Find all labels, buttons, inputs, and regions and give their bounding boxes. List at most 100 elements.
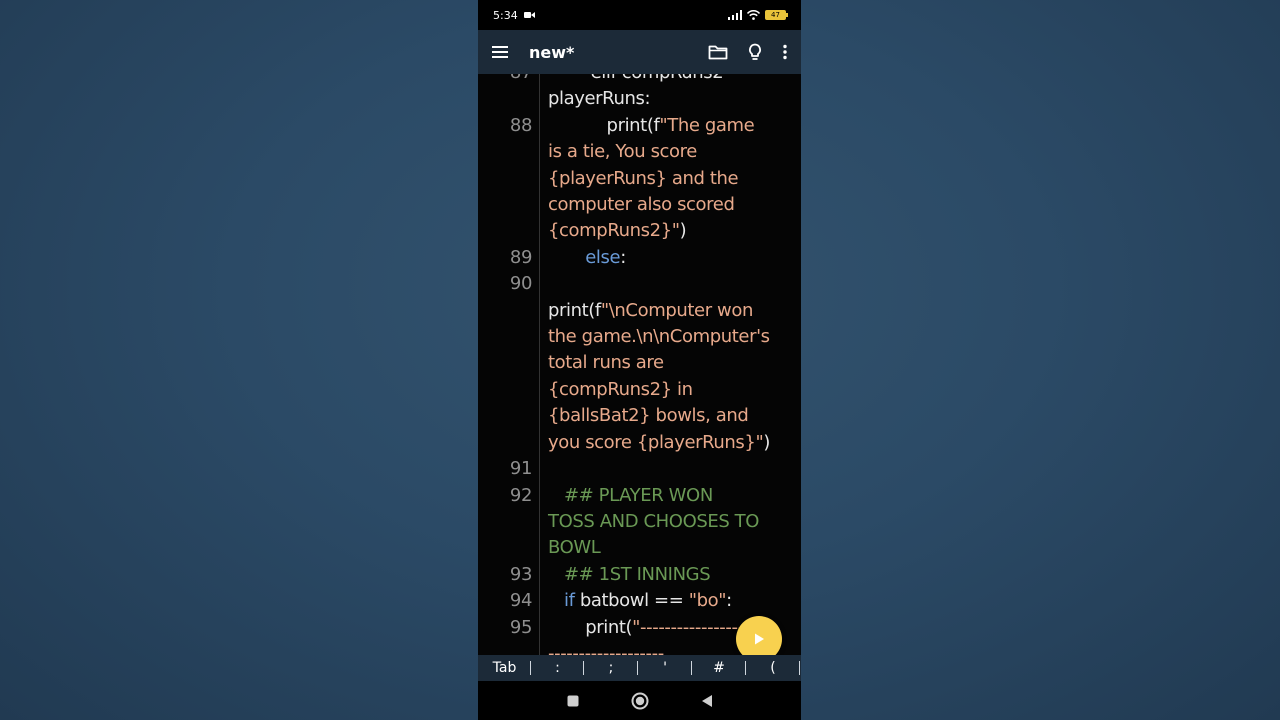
code-line: 88 print(f"The game <box>478 113 801 139</box>
code-token: {ballsBat2} bowls, and <box>548 405 749 427</box>
code-token: ) <box>763 431 770 453</box>
file-title: new* <box>529 42 575 62</box>
line-text: playerRuns: <box>548 86 792 112</box>
app-bar: new* <box>478 30 801 74</box>
line-text <box>548 456 792 482</box>
navigation-bar <box>478 681 801 720</box>
code-token: print( <box>548 616 633 638</box>
line-text: ## PLAYER WON <box>548 483 792 509</box>
code-token: you score {playerRuns}" <box>548 431 764 453</box>
line-text: else: <box>548 245 792 271</box>
line-number <box>478 403 532 429</box>
line-text: elif compRuns2 <box>548 74 792 86</box>
code-line: BOWL <box>478 535 801 561</box>
code-token: ## PLAYER WON <box>548 484 713 506</box>
code-token: if <box>548 590 575 612</box>
line-text: the game.\n\nComputer's <box>548 324 792 350</box>
code-token: print(f <box>548 114 660 136</box>
line-number: 87 <box>478 74 533 86</box>
code-token: is a tie, You score <box>548 141 697 163</box>
line-text: computer also scored <box>548 192 792 218</box>
code-line: 92 ## PLAYER WON <box>478 483 801 509</box>
line-number: 94 <box>509 590 533 612</box>
lightbulb-icon[interactable] <box>748 43 762 61</box>
code-line: you score {playerRuns}") <box>478 430 801 456</box>
battery-icon: 47 <box>765 10 788 20</box>
line-text: {playerRuns} and the <box>548 166 792 192</box>
status-time: 5:34 <box>493 8 518 22</box>
back-icon[interactable] <box>701 694 713 708</box>
code-token: "bo" <box>688 590 727 612</box>
status-bar: 5:34 47 <box>478 0 801 30</box>
line-number <box>478 377 532 403</box>
line-text: print(f"\nComputer won <box>548 298 792 324</box>
line-number <box>478 350 532 376</box>
code-token: elif compRuns2 <box>548 74 729 83</box>
code-line: 89 else: <box>478 245 801 271</box>
code-line: the game.\n\nComputer's <box>478 324 801 350</box>
code-line: TOSS AND CHOOSES TO <box>478 509 801 535</box>
code-line: 91 <box>478 456 801 482</box>
line-text: print(f"The game <box>548 113 792 139</box>
menu-icon[interactable] <box>491 45 509 59</box>
key-2[interactable]: ; <box>584 655 638 681</box>
line-text: {compRuns2} in <box>548 377 792 403</box>
code-token: : <box>726 590 732 612</box>
line-number <box>478 139 532 165</box>
line-text: {compRuns2}") <box>548 218 792 244</box>
home-icon[interactable] <box>631 692 649 710</box>
code-line: 94 if batbowl == "bo": <box>478 588 801 614</box>
code-line: 87 elif compRuns2 <box>478 74 801 86</box>
more-options-icon[interactable] <box>782 44 788 60</box>
code-token: total runs are <box>548 352 664 374</box>
code-token: {playerRuns} and the <box>548 167 739 189</box>
line-text: if batbowl == "bo": <box>548 588 792 614</box>
code-token: BOWL <box>548 537 601 559</box>
line-number: 90 <box>509 273 533 295</box>
key-3[interactable]: ' <box>638 655 692 681</box>
code-token: the game.\n\nComputer's <box>548 326 770 348</box>
code-token: computer also scored <box>548 194 735 216</box>
line-text: BOWL <box>548 535 792 561</box>
code-line: 93 ## 1ST INNINGS <box>478 562 801 588</box>
code-line: print(f"\nComputer won <box>478 298 801 324</box>
line-number <box>478 166 532 192</box>
code-token: ------------------- <box>548 642 664 655</box>
line-text: is a tie, You score <box>548 139 792 165</box>
phone-screen: 5:34 47 new* playerRuns: 88 print(f"The … <box>478 0 801 720</box>
code-line: {ballsBat2} bowls, and <box>478 403 801 429</box>
line-text: TOSS AND CHOOSES TO <box>548 509 792 535</box>
code-editor[interactable]: 87 elif compRuns2 playerRuns:88 print(f"… <box>478 74 801 655</box>
code-token: {compRuns2}" <box>548 220 680 242</box>
line-text: total runs are <box>548 350 792 376</box>
line-number <box>478 298 532 324</box>
line-number: 91 <box>509 458 533 480</box>
code-line: {compRuns2}") <box>478 218 801 244</box>
extra-keys-bar: Tab:; ' #( <box>478 655 801 681</box>
signal-icon <box>728 10 742 20</box>
wifi-icon <box>747 10 760 20</box>
line-number <box>478 324 532 350</box>
line-text <box>548 271 792 297</box>
code-token: TOSS AND CHOOSES TO <box>548 510 760 532</box>
key-1[interactable]: : <box>531 655 584 681</box>
line-number: 92 <box>509 484 533 506</box>
code-token: {compRuns2} in <box>548 378 693 400</box>
key-0[interactable]: Tab <box>478 655 531 681</box>
code-token: print(f <box>548 299 601 321</box>
code-line: total runs are <box>478 350 801 376</box>
code-line: playerRuns: <box>478 86 801 112</box>
line-text: you score {playerRuns}") <box>548 430 792 456</box>
code-line: {playerRuns} and the <box>478 166 801 192</box>
key-4[interactable]: # <box>692 655 746 681</box>
line-number: 89 <box>509 246 533 268</box>
code-line: 90 <box>478 271 801 297</box>
code-token: : <box>620 246 626 268</box>
code-line: {compRuns2} in <box>478 377 801 403</box>
folder-icon[interactable] <box>708 44 728 60</box>
line-number: 93 <box>509 563 533 585</box>
line-number: 88 <box>509 114 533 136</box>
code-token: ) <box>679 220 687 242</box>
recent-apps-icon[interactable] <box>567 695 579 707</box>
key-5[interactable]: ( <box>746 655 800 681</box>
